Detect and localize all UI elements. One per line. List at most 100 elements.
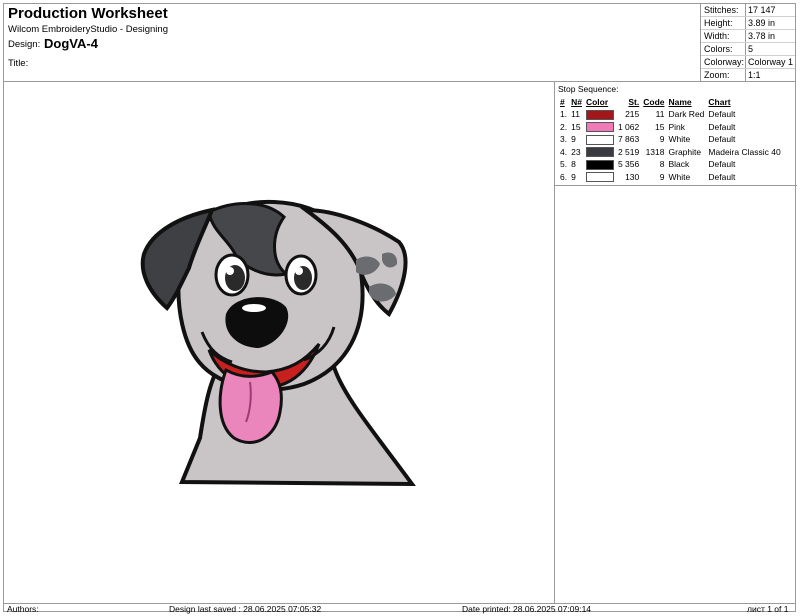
table-row: 2. 15 1 062 15 Pink Default (558, 121, 783, 134)
col-index: # (560, 97, 565, 107)
color-swatch (585, 134, 614, 145)
stop-index: 6. (560, 171, 568, 182)
stat-width: Width: 3.78 in (701, 30, 795, 43)
stop-index: 1. (560, 109, 568, 120)
stop-index: 5. (560, 159, 568, 170)
design-preview (4, 82, 555, 603)
stop-color (584, 146, 616, 159)
color-swatch (585, 172, 614, 183)
col-stitches: St. (628, 97, 640, 107)
table-header-row: # N# Color St. Code Name Chart (558, 96, 783, 108)
stop-index: 4. (560, 146, 568, 157)
stop-color (584, 121, 616, 134)
stop-needle: 8 (571, 159, 576, 170)
stop-stitches: 215 (625, 109, 640, 120)
table-row: 4. 23 2 519 1318 Graphite Madeira Classic 40 (558, 146, 783, 159)
stat-key: Width: (704, 31, 730, 41)
production-worksheet: Production Worksheet Wilcom EmbroiderySt… (3, 3, 797, 614)
stop-name: Graphite (668, 146, 702, 157)
stat-key: Colors: (704, 44, 733, 54)
stop-stitches: 1 062 (617, 121, 640, 132)
page-number: лист 1 of 1 (747, 604, 789, 614)
stop-chart: Default (708, 121, 736, 132)
nose-shine (242, 304, 266, 312)
stat-colorway: Colorway: Colorway 1 (701, 56, 795, 69)
stat-zoom: Zoom: 1:1 (701, 69, 795, 82)
stat-height: Height: 3.89 in (701, 17, 795, 30)
stop-color (584, 171, 616, 184)
stat-key: Stitches: (704, 5, 739, 15)
col-name: Name (668, 97, 692, 107)
date-printed: Date printed: 28.06.2025 07:09:14 (462, 604, 592, 614)
stop-chart: Default (708, 109, 736, 120)
stop-needle: 11 (571, 109, 580, 120)
stop-index: 2. (560, 121, 568, 132)
dog-embroidery-illustration (140, 199, 416, 487)
stop-chart: Default (708, 159, 736, 170)
stat-value: 5 (748, 44, 754, 54)
stop-needle: 9 (571, 134, 576, 145)
color-swatch (585, 159, 614, 170)
stop-color (584, 133, 616, 146)
stop-needle: 23 (571, 146, 581, 157)
stop-name: Pink (668, 121, 686, 132)
stop-stitches: 5 356 (617, 159, 640, 170)
stop-sequence-panel: Stop Sequence: # N# Color St. Code Name … (555, 82, 797, 186)
stat-stitches: Stitches: 17 147 (701, 4, 795, 17)
stop-code: 11 (655, 109, 665, 120)
stop-sequence-table: # N# Color St. Code Name Chart 1. 11 215 11… (558, 96, 783, 183)
stop-needle: 9 (571, 171, 576, 182)
stop-chart: Default (708, 171, 736, 182)
col-code: Code (643, 97, 665, 107)
stop-sequence-title: Stop Sequence: (558, 84, 619, 94)
stop-stitches: 130 (625, 171, 640, 182)
stop-chart: Madeira Classic 40 (708, 146, 781, 157)
stop-code: 8 (659, 159, 665, 170)
stat-value: 1:1 (748, 70, 761, 80)
table-row: 6. 9 130 9 White Default (558, 171, 783, 184)
stop-name: White (668, 171, 691, 182)
right-eye-shine (295, 267, 303, 275)
stat-key: Colorway: (704, 57, 745, 67)
stop-stitches: 7 863 (617, 134, 640, 145)
worksheet-header: Production Worksheet Wilcom EmbroiderySt… (4, 4, 701, 82)
color-swatch (585, 109, 614, 120)
color-swatch (585, 147, 614, 158)
col-color: Color (585, 97, 609, 107)
stat-value: 3.89 in (748, 18, 776, 28)
software-name: Wilcom EmbroideryStudio - Designing (8, 24, 168, 35)
design-label: Design: (8, 39, 41, 50)
stop-name: White (668, 134, 691, 145)
stop-code: 9 (659, 171, 665, 182)
stat-value: 3.78 in (748, 31, 776, 41)
stop-code: 15 (655, 121, 665, 132)
stop-code: 9 (659, 134, 665, 145)
color-swatch (585, 122, 614, 133)
table-row: 3. 9 7 863 9 White Default (558, 133, 783, 146)
table-row: 1. 11 215 11 Dark Red Default (558, 108, 783, 121)
left-eye-shine (226, 267, 234, 275)
stop-stitches: 2 519 (617, 146, 640, 157)
last-saved: Design last saved : 28.06.2025 07:05:32 (169, 604, 322, 614)
worksheet-title: Production Worksheet (8, 5, 168, 22)
authors-label: Authors: (7, 604, 39, 614)
stat-colors: Colors: 5 (701, 43, 795, 56)
design-name: DogVA-4 (44, 36, 98, 51)
stop-chart: Default (708, 134, 736, 145)
stat-key: Height: (704, 18, 733, 28)
design-stats: Stitches: 17 147 Height: 3.89 in Width: … (701, 4, 795, 82)
stop-color (584, 158, 616, 171)
stat-value: Colorway 1 (748, 57, 794, 67)
col-needle: N# (571, 97, 582, 107)
table-row: 5. 8 5 356 8 Black Default (558, 158, 783, 171)
stat-key: Zoom: (704, 70, 730, 80)
stop-needle: 15 (571, 121, 581, 132)
stop-color (584, 108, 616, 121)
worksheet-footer: Authors: Design last saved : 28.06.2025 … (4, 603, 795, 614)
stat-value: 17 147 (748, 5, 776, 15)
title-label: Title: (8, 58, 29, 69)
stop-name: Black (668, 159, 690, 170)
col-chart: Chart (708, 97, 731, 107)
stop-index: 3. (560, 134, 568, 145)
stop-code: 1318 (645, 146, 665, 157)
